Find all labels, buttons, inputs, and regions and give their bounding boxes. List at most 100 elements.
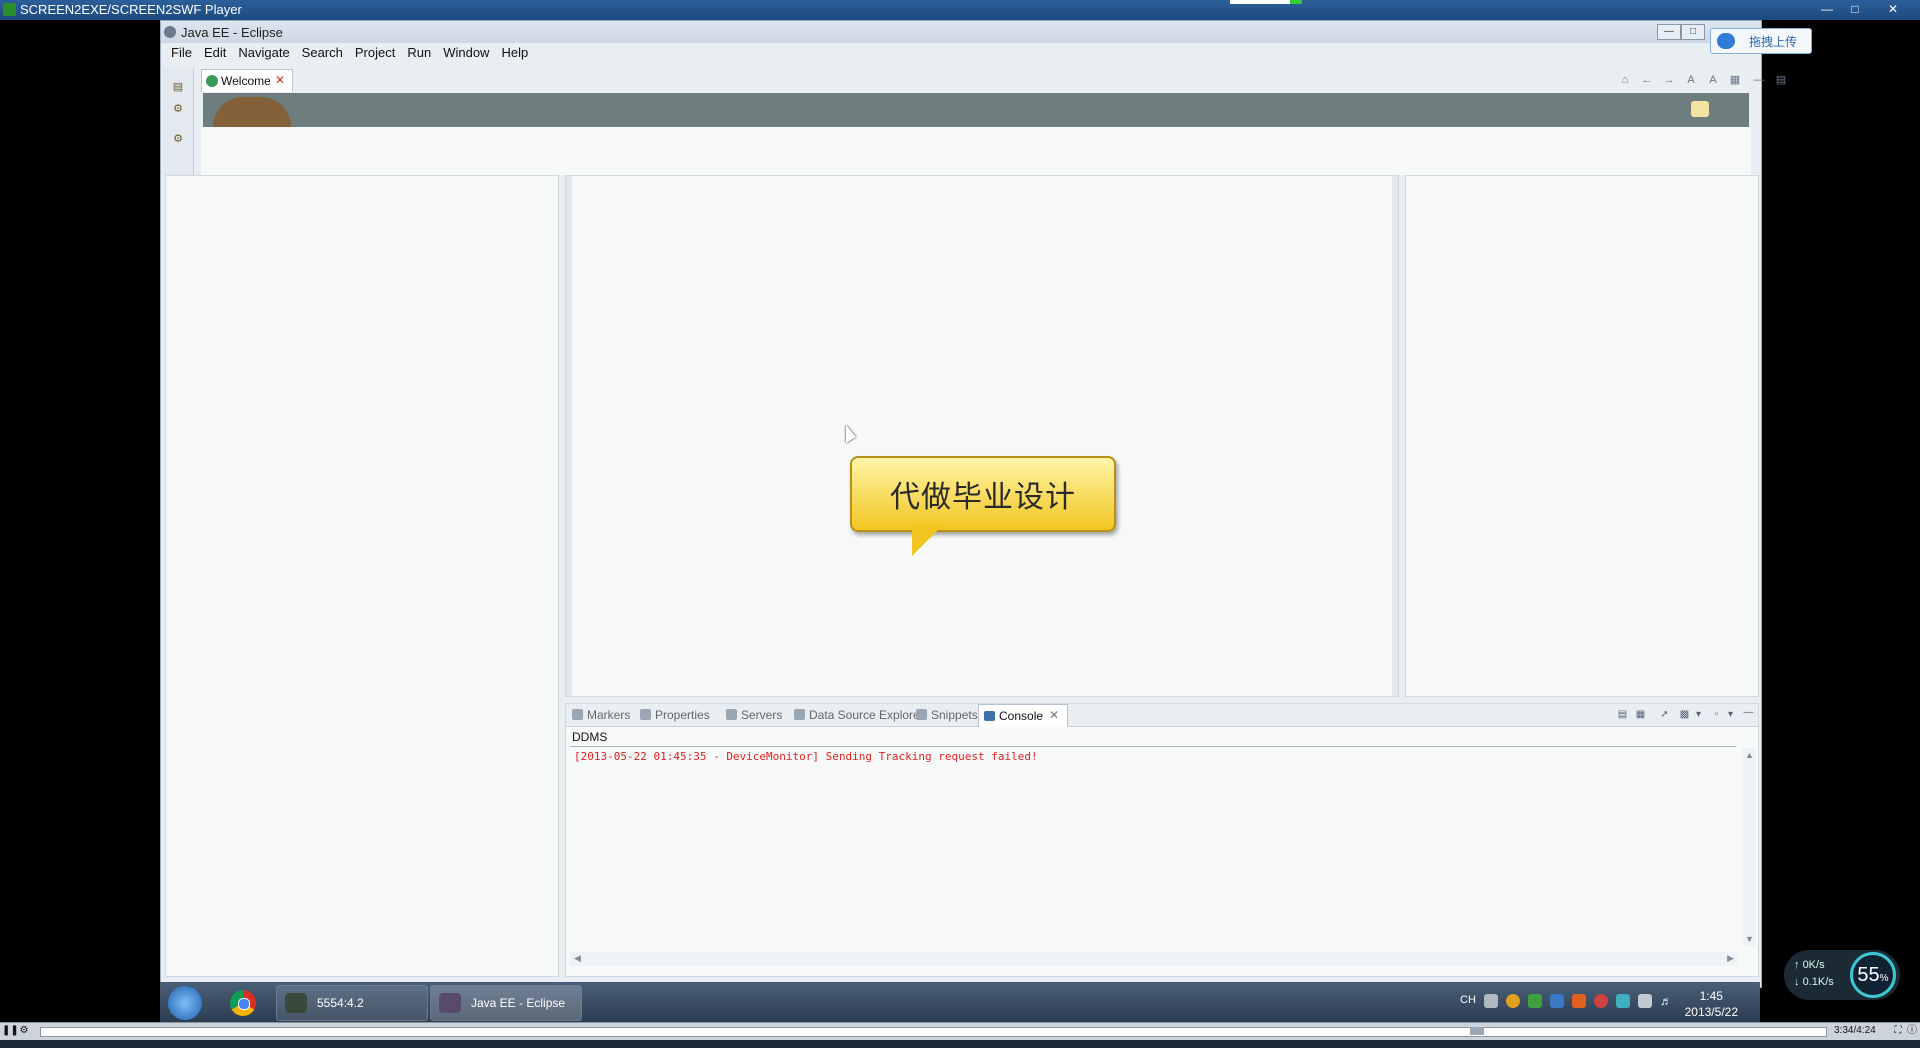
tab-properties[interactable]: Properties (640, 708, 710, 722)
player-progress-bar[interactable] (40, 1027, 1827, 1037)
scroll-lock-icon[interactable]: ▦ (1634, 709, 1647, 721)
taskbar-item-eclipse-label: Java EE - Eclipse (471, 996, 566, 1010)
forward-icon[interactable]: → (1663, 74, 1675, 86)
welcome-globe-icon (206, 75, 218, 87)
console-output: [2013-05-22 01:45:35 - DeviceMonitor] Se… (574, 750, 1038, 763)
taskbar: 5554:4.2 Java EE - Eclipse CH ♬ 1:45 201… (160, 982, 1760, 1022)
fullscreen-icon[interactable]: ⛶ (1892, 1025, 1904, 1037)
start-button[interactable] (168, 986, 202, 1020)
data-source-icon (794, 709, 805, 720)
minimize-icon[interactable]: — (1742, 707, 1755, 719)
eclipse-title: Java EE - Eclipse (181, 25, 283, 40)
menu-window[interactable]: Window (437, 43, 495, 62)
network-app-icon[interactable] (1616, 994, 1630, 1008)
keyboard-icon[interactable] (1484, 994, 1498, 1008)
menu-file[interactable]: File (165, 43, 198, 62)
web-logo (213, 97, 291, 127)
tab-data-source-explorer[interactable]: Data Source Explorer (794, 708, 924, 722)
menu-project[interactable]: Project (349, 43, 401, 62)
cloud-icon (1717, 33, 1735, 49)
player-title: SCREEN2EXE/SCREEN2SWF Player (20, 2, 242, 17)
language-indicator[interactable]: CH (1460, 994, 1478, 1008)
net-speed-widget[interactable]: ↑ 0K/s ↓ 0.1K/s 55% (1784, 950, 1900, 1000)
close-icon[interactable]: ✕ (1049, 708, 1059, 722)
menu-help[interactable]: Help (495, 43, 534, 62)
restore-icon[interactable]: ▤ (172, 81, 184, 93)
player-maximize-button[interactable]: □ (1842, 1, 1868, 17)
chrome-icon[interactable] (230, 990, 256, 1016)
scroll-left-icon[interactable]: ◀ (574, 953, 581, 964)
info-icon[interactable]: ⓘ (1906, 1025, 1918, 1037)
restore-view-icon[interactable]: ▤ (1775, 74, 1787, 86)
qq-icon[interactable] (1506, 994, 1520, 1008)
user-icon[interactable] (1594, 994, 1608, 1008)
tab-markers[interactable]: Markers (572, 708, 630, 722)
layout-icon[interactable]: ▦ (1729, 74, 1741, 86)
tab-snippets[interactable]: Snippets (916, 708, 978, 722)
left-view-panel (165, 175, 559, 977)
player-minimize-button[interactable]: — (1814, 1, 1840, 17)
tab-welcome[interactable]: Welcome ✕ (201, 69, 293, 92)
app-tray-icon[interactable] (1528, 994, 1542, 1008)
home-icon[interactable]: ⌂ (1619, 74, 1631, 86)
menu-edit[interactable]: Edit (198, 43, 232, 62)
customize-icon[interactable] (1691, 101, 1709, 117)
chevron-down-icon[interactable]: ▾ (1692, 709, 1705, 721)
eclipse-minimize-button[interactable]: — (1657, 24, 1681, 40)
player-progress-thumb[interactable] (1470, 1027, 1484, 1035)
security-icon[interactable] (1572, 994, 1586, 1008)
player-close-button[interactable]: ✕ (1880, 1, 1906, 17)
left-trim-bar: ▤ ⚙ ⚙ (163, 67, 194, 175)
properties-icon (640, 709, 651, 720)
eclipse-icon (164, 26, 176, 38)
pause-icon[interactable]: ❚❚ (2, 1025, 19, 1037)
clock[interactable]: 1:45 2013/5/22 (1685, 988, 1738, 1020)
eclipse-maximize-button[interactable]: □ (1681, 24, 1705, 40)
scroll-down-icon[interactable]: ▼ (1745, 934, 1754, 944)
menu-run[interactable]: Run (401, 43, 437, 62)
volume-icon[interactable]: ♬ (1660, 994, 1674, 1008)
clock-time: 1:45 (1699, 989, 1723, 1003)
reduce-icon[interactable]: A (1707, 74, 1719, 86)
server-icon[interactable]: ⚙ (172, 103, 184, 115)
back-icon[interactable]: ← (1641, 74, 1653, 86)
taskbar-item-eclipse[interactable]: Java EE - Eclipse (430, 985, 582, 1021)
minimize-icon[interactable]: — (1753, 74, 1765, 86)
markers-icon (572, 709, 583, 720)
server-icon-2[interactable]: ⚙ (172, 133, 184, 145)
tab-console-label: Console (999, 709, 1044, 723)
new-console-icon[interactable]: ▫ (1710, 709, 1723, 721)
emulator-icon (285, 993, 307, 1013)
chevron-down-icon[interactable]: ▾ (1724, 709, 1737, 721)
signal-icon[interactable] (1638, 994, 1652, 1008)
tab-welcome-label: Welcome (221, 74, 271, 88)
taskbar-item-emulator-label: 5554:4.2 (317, 996, 364, 1010)
taskbar-item-emulator[interactable]: 5554:4.2 (276, 985, 428, 1021)
tab-servers[interactable]: Servers (726, 708, 782, 722)
console-separator (570, 746, 1736, 747)
tab-console[interactable]: Console ✕ (978, 704, 1068, 727)
display-console-icon[interactable]: ▩ (1678, 709, 1691, 721)
eclipse-title-bar: Java EE - Eclipse — □ (161, 21, 1761, 43)
magnify-icon[interactable]: A (1685, 74, 1697, 86)
welcome-tab-bar: Welcome ✕ ⌂ ← → A A ▦ — ▤ (201, 69, 1786, 92)
menu-search[interactable]: Search (296, 43, 349, 62)
clear-console-icon[interactable]: ▤ (1616, 709, 1629, 721)
snippets-icon (916, 709, 927, 720)
drag-upload-button[interactable]: 拖拽上传 (1710, 28, 1812, 54)
callout-bubble: 代做毕业设计 (850, 456, 1116, 532)
scroll-up-icon[interactable]: ▲ (1745, 750, 1754, 760)
close-icon[interactable]: ✕ (275, 73, 285, 87)
console-view: Markers Properties Servers Data Source E… (565, 703, 1759, 977)
pin-console-icon[interactable]: ➚ (1658, 709, 1671, 721)
console-horizontal-scrollbar[interactable]: ◀ ▶ (570, 952, 1738, 966)
editor-left-edge (566, 176, 572, 696)
editor-right-edge (1392, 176, 1398, 696)
menu-navigate[interactable]: Navigate (232, 43, 295, 62)
bluetooth-icon[interactable] (1550, 994, 1564, 1008)
settings-icon[interactable]: ⚙ (18, 1025, 30, 1037)
console-vertical-scrollbar[interactable]: ▲ ▼ (1742, 748, 1756, 946)
scroll-right-icon[interactable]: ▶ (1727, 953, 1734, 964)
console-name: DDMS (572, 730, 608, 744)
welcome-body (201, 127, 1751, 175)
